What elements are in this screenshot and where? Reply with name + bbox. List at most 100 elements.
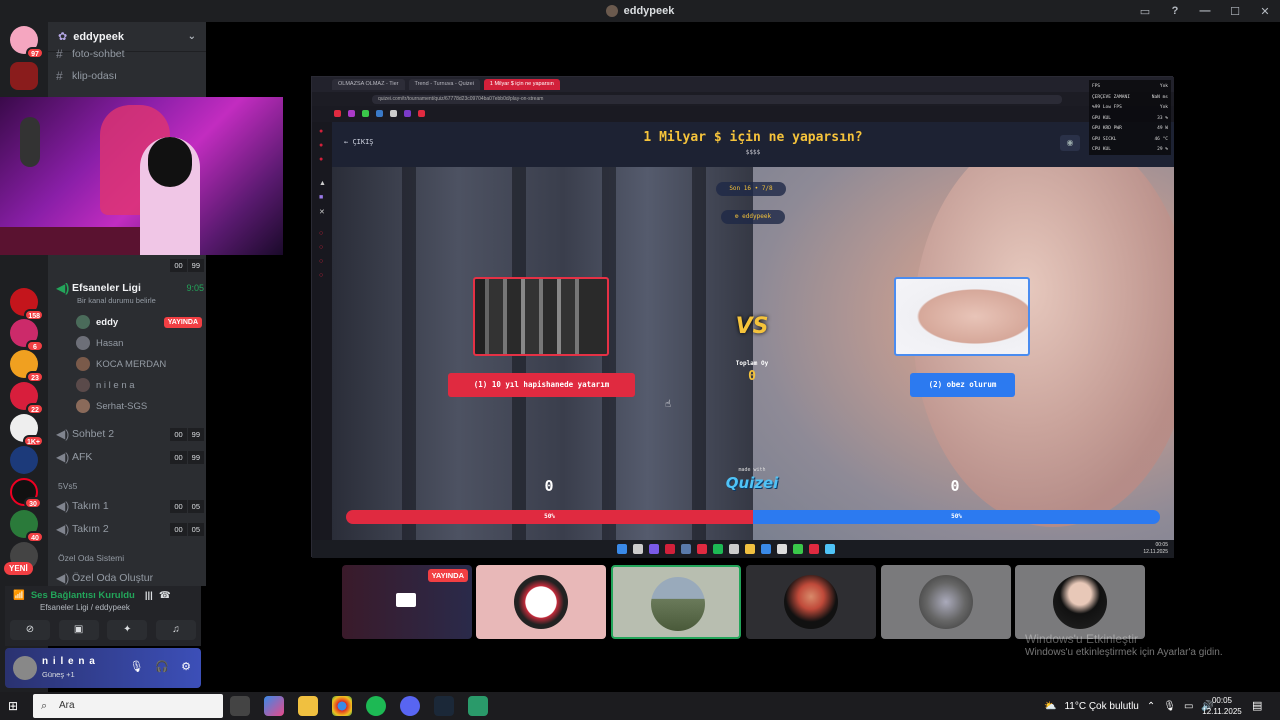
participant-tile-stream[interactable]: YAYINDA <box>342 565 472 639</box>
side-icon[interactable]: ○ <box>319 230 326 237</box>
voice-member[interactable]: Hasan <box>76 333 202 353</box>
participant-tile-speaking[interactable] <box>611 565 741 639</box>
server-icon-7[interactable] <box>10 446 38 474</box>
perf-value: 33 % <box>1157 115 1168 121</box>
camera-off-button[interactable]: ⊘ <box>10 620 50 640</box>
side-icon[interactable]: ▲ <box>319 180 326 187</box>
count-a: 00 <box>170 499 187 513</box>
category-5vs5[interactable]: 5Vs5 <box>58 481 77 491</box>
gear-icon[interactable]: ⚙ <box>181 660 191 673</box>
channel-status[interactable]: Bir kanal durumu belirle <box>77 296 156 305</box>
network-icon[interactable]: ▭ <box>1184 701 1193 712</box>
server-icon-6[interactable]: 1K+ <box>10 414 44 447</box>
participant-tile[interactable] <box>746 565 876 639</box>
avatar[interactable] <box>13 656 37 680</box>
option-a-image[interactable] <box>473 277 609 356</box>
soundboard-button[interactable]: ♫ <box>155 620 196 640</box>
server-icon-9[interactable]: 40 <box>10 510 44 543</box>
bookmark-icon[interactable] <box>404 110 411 117</box>
side-icon[interactable]: ● <box>319 142 326 149</box>
microphone-icon[interactable]: 🎙 <box>1163 701 1176 712</box>
browser-tab[interactable]: Trend - Turnuva - Quizei <box>408 79 480 90</box>
side-icon[interactable]: ○ <box>319 272 326 279</box>
file-explorer-icon[interactable] <box>298 696 318 716</box>
chevron-up-icon[interactable]: ⌃ <box>1147 701 1155 712</box>
weather-label[interactable]: 11°C Çok bulutlu <box>1064 701 1138 712</box>
voice-member-eddy[interactable]: eddy YAYINDA <box>76 312 202 332</box>
close-button[interactable]: ✕ <box>1250 5 1280 18</box>
app-icon[interactable] <box>468 696 488 716</box>
side-icon[interactable]: ● <box>319 128 326 135</box>
voice-member[interactable]: Serhat-SGS <box>76 396 202 416</box>
side-icon[interactable]: ● <box>319 156 326 163</box>
voice-channel-takim-2[interactable]: ◀) Takım 2 00 05 <box>56 519 204 539</box>
url-field[interactable]: quizei.com/tr/tournament/quiz/67778d23c0… <box>372 95 1062 104</box>
browser-urlbar: quizei.com/tr/tournament/quiz/67778d23c0… <box>312 92 1174 106</box>
side-icon[interactable]: ○ <box>319 244 326 251</box>
discord-icon[interactable] <box>400 696 420 716</box>
quizei-logo[interactable]: Quizei <box>717 474 787 492</box>
noise-suppression-icon[interactable]: ||| <box>145 590 153 601</box>
voice-member[interactable]: KOCA MERDAN <box>76 354 202 374</box>
user-name[interactable]: n i l e n a <box>42 656 96 667</box>
weather-icon[interactable]: ⛅ <box>1044 701 1056 712</box>
stream-view[interactable]: OLMAZSA OLMAZ - Tier Trend - Turnuva - Q… <box>311 76 1174 558</box>
activities-button[interactable]: ✦ <box>107 620 148 640</box>
voice-channel-path[interactable]: Efsaneler Ligi / eddypeek <box>40 603 130 612</box>
bookmark-icon[interactable] <box>348 110 355 117</box>
taskbar-search-input[interactable]: ⌕ Ara <box>33 694 223 718</box>
dm-icon[interactable]: 97 <box>10 26 44 59</box>
microphone-icon[interactable]: 🎙 <box>129 660 143 673</box>
help-icon[interactable]: ? <box>1160 5 1190 17</box>
server-icon-3[interactable]: 6 <box>10 319 44 352</box>
minimize-button[interactable]: — <box>1190 5 1220 17</box>
steam-icon[interactable] <box>434 696 454 716</box>
x-icon[interactable]: ✕ <box>319 208 326 216</box>
bookmark-icon[interactable] <box>334 110 341 117</box>
voice-channel-takim-1[interactable]: ◀) Takım 1 00 05 <box>56 496 204 516</box>
create-private-room[interactable]: ◀) Özel Oda Oluştur <box>56 568 204 586</box>
server-icon-8[interactable]: 30 <box>10 478 42 509</box>
server-icon-1[interactable] <box>10 62 38 90</box>
spotify-icon[interactable] <box>366 696 386 716</box>
option-a-button[interactable]: (1) 10 yıl hapishanede yatarım <box>448 373 635 397</box>
voice-channel-afk[interactable]: ◀) AFK 00 99 <box>56 447 204 467</box>
bookmark-icon[interactable] <box>376 110 383 117</box>
participant-tile[interactable] <box>476 565 606 639</box>
screen-share-button[interactable]: ▣ <box>58 620 99 640</box>
headphones-icon[interactable]: 🎧 <box>155 660 169 673</box>
voice-member[interactable]: n i l e n a <box>76 375 202 395</box>
browser-tab-active[interactable]: 1 Milyar $ için ne yaparsın <box>483 79 560 90</box>
eye-icon[interactable]: ◉ <box>1060 135 1080 151</box>
server-icon-5[interactable]: 22 <box>10 382 44 415</box>
taskbar-clock[interactable]: 00:05 12.11.2025 <box>1200 695 1244 717</box>
channel-foto-sohbet[interactable]: # foto-sohbet <box>56 44 204 64</box>
participant-tile[interactable] <box>1015 565 1145 639</box>
inbox-icon[interactable]: ▭ <box>1130 5 1160 18</box>
participant-tile[interactable] <box>881 565 1011 639</box>
voice-status[interactable]: 📶 Ses Bağlantısı Kuruldu ||| ☎ <box>13 590 171 601</box>
copilot-icon[interactable] <box>264 696 284 716</box>
bookmark-icon[interactable] <box>362 110 369 117</box>
side-icon[interactable]: ○ <box>319 258 326 265</box>
bookmark-icon[interactable] <box>418 110 425 117</box>
browser-tab[interactable]: OLMAZSA OLMAZ - Tier <box>332 79 405 90</box>
notification-icon[interactable]: ▤ <box>1252 699 1266 713</box>
chrome-icon[interactable] <box>332 696 352 716</box>
task-view-icon[interactable] <box>230 696 250 716</box>
channel-timer: 9:05 <box>186 283 204 293</box>
voice-channel-efsaneler-ligi[interactable]: ◀) Efsaneler Ligi 9:05 <box>56 278 204 298</box>
maximize-button[interactable]: ☐ <box>1220 5 1250 18</box>
side-icon[interactable]: ■ <box>319 194 326 201</box>
option-b-image[interactable] <box>894 277 1030 356</box>
windows-start-icon[interactable]: ⊞ <box>8 700 20 712</box>
server-icon-2[interactable]: 158 <box>10 288 44 321</box>
server-icon-4[interactable]: 23 <box>10 350 44 383</box>
channel-klip-odasi[interactable]: # klip-odası <box>56 66 204 86</box>
option-b-button[interactable]: (2) obez olurum <box>910 373 1015 397</box>
bookmark-icon[interactable] <box>390 110 397 117</box>
webcam-stream-row[interactable]: 00 99 <box>56 256 204 274</box>
disconnect-icon[interactable]: ☎ <box>159 590 171 601</box>
voice-channel-sohbet-2[interactable]: ◀) Sohbet 2 00 99 <box>56 424 204 444</box>
category-private-room[interactable]: Özel Oda Sistemi <box>58 553 124 563</box>
